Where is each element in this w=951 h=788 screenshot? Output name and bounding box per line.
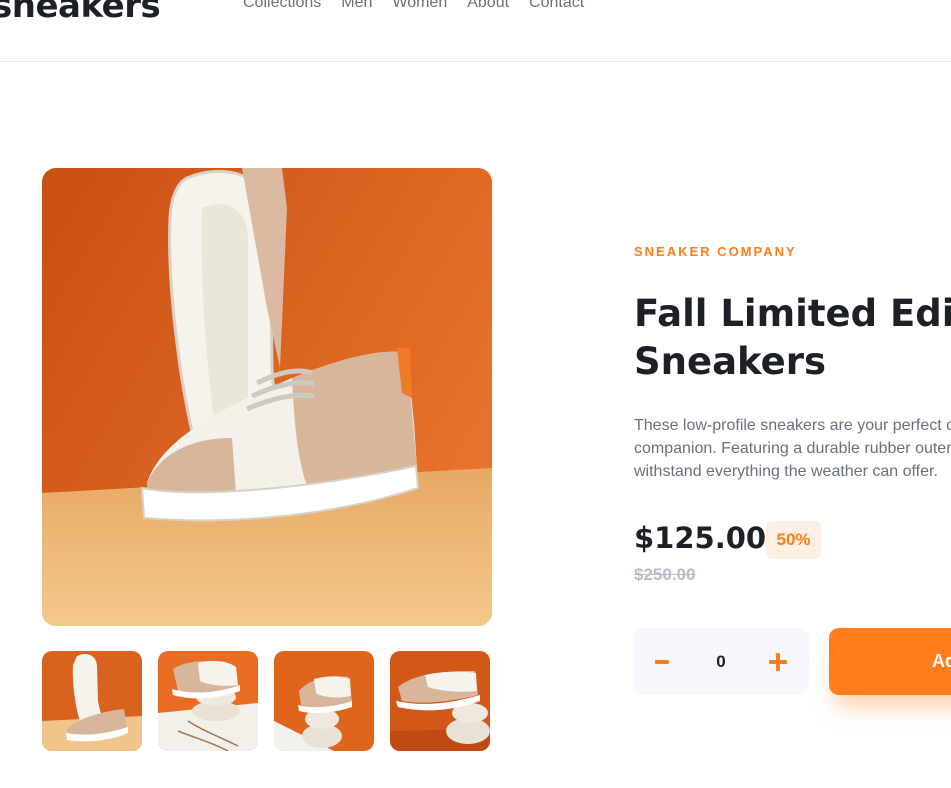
product-page: sneakers Collections Men Women About Con… — [0, 0, 951, 788]
nav-link-collections[interactable]: Collections — [243, 0, 321, 12]
thumbnail-1[interactable] — [42, 651, 142, 751]
company-name: SNEAKER COMPANY — [634, 244, 797, 259]
logo[interactable]: sneakers — [0, 0, 161, 26]
site-header: sneakers Collections Men Women About Con… — [0, 0, 951, 62]
plus-icon — [769, 652, 787, 671]
product-title-line-1: Fall Limited Edition — [634, 292, 951, 335]
increase-quantity-button[interactable] — [751, 628, 805, 695]
nav-link-women[interactable]: Women — [392, 0, 447, 12]
thumbnail-4[interactable] — [390, 651, 490, 751]
decrease-quantity-button[interactable] — [635, 628, 689, 695]
description-line: companion. Featuring a durable rubber ou… — [634, 440, 951, 457]
add-to-cart-label: Add to cart — [932, 651, 951, 671]
product-title-line-2: Sneakers — [634, 340, 827, 383]
nav-link-men[interactable]: Men — [341, 0, 372, 12]
thumbnail-3[interactable] — [274, 651, 374, 751]
minus-icon — [655, 659, 669, 664]
product-description: These low-profile sneakers are your perf… — [634, 414, 951, 483]
nav-link-contact[interactable]: Contact — [529, 0, 584, 12]
description-line: These low-profile sneakers are your perf… — [634, 417, 951, 434]
quantity-value: 0 — [716, 652, 726, 671]
quantity-stepper: 0 — [633, 628, 809, 695]
add-to-cart-button[interactable]: Add to cart — [829, 628, 951, 695]
product-title: Fall Limited Edition Sneakers — [634, 290, 951, 386]
original-price: $250.00 — [634, 565, 696, 584]
current-price: $125.00 — [634, 521, 767, 555]
main-nav: Collections Men Women About Contact — [243, 0, 584, 12]
discount-badge: 50% — [766, 521, 821, 559]
product-main-image[interactable] — [42, 168, 492, 626]
description-line: withstand everything the weather can off… — [634, 463, 938, 480]
thumbnail-2[interactable] — [158, 651, 258, 751]
nav-link-about[interactable]: About — [467, 0, 509, 12]
